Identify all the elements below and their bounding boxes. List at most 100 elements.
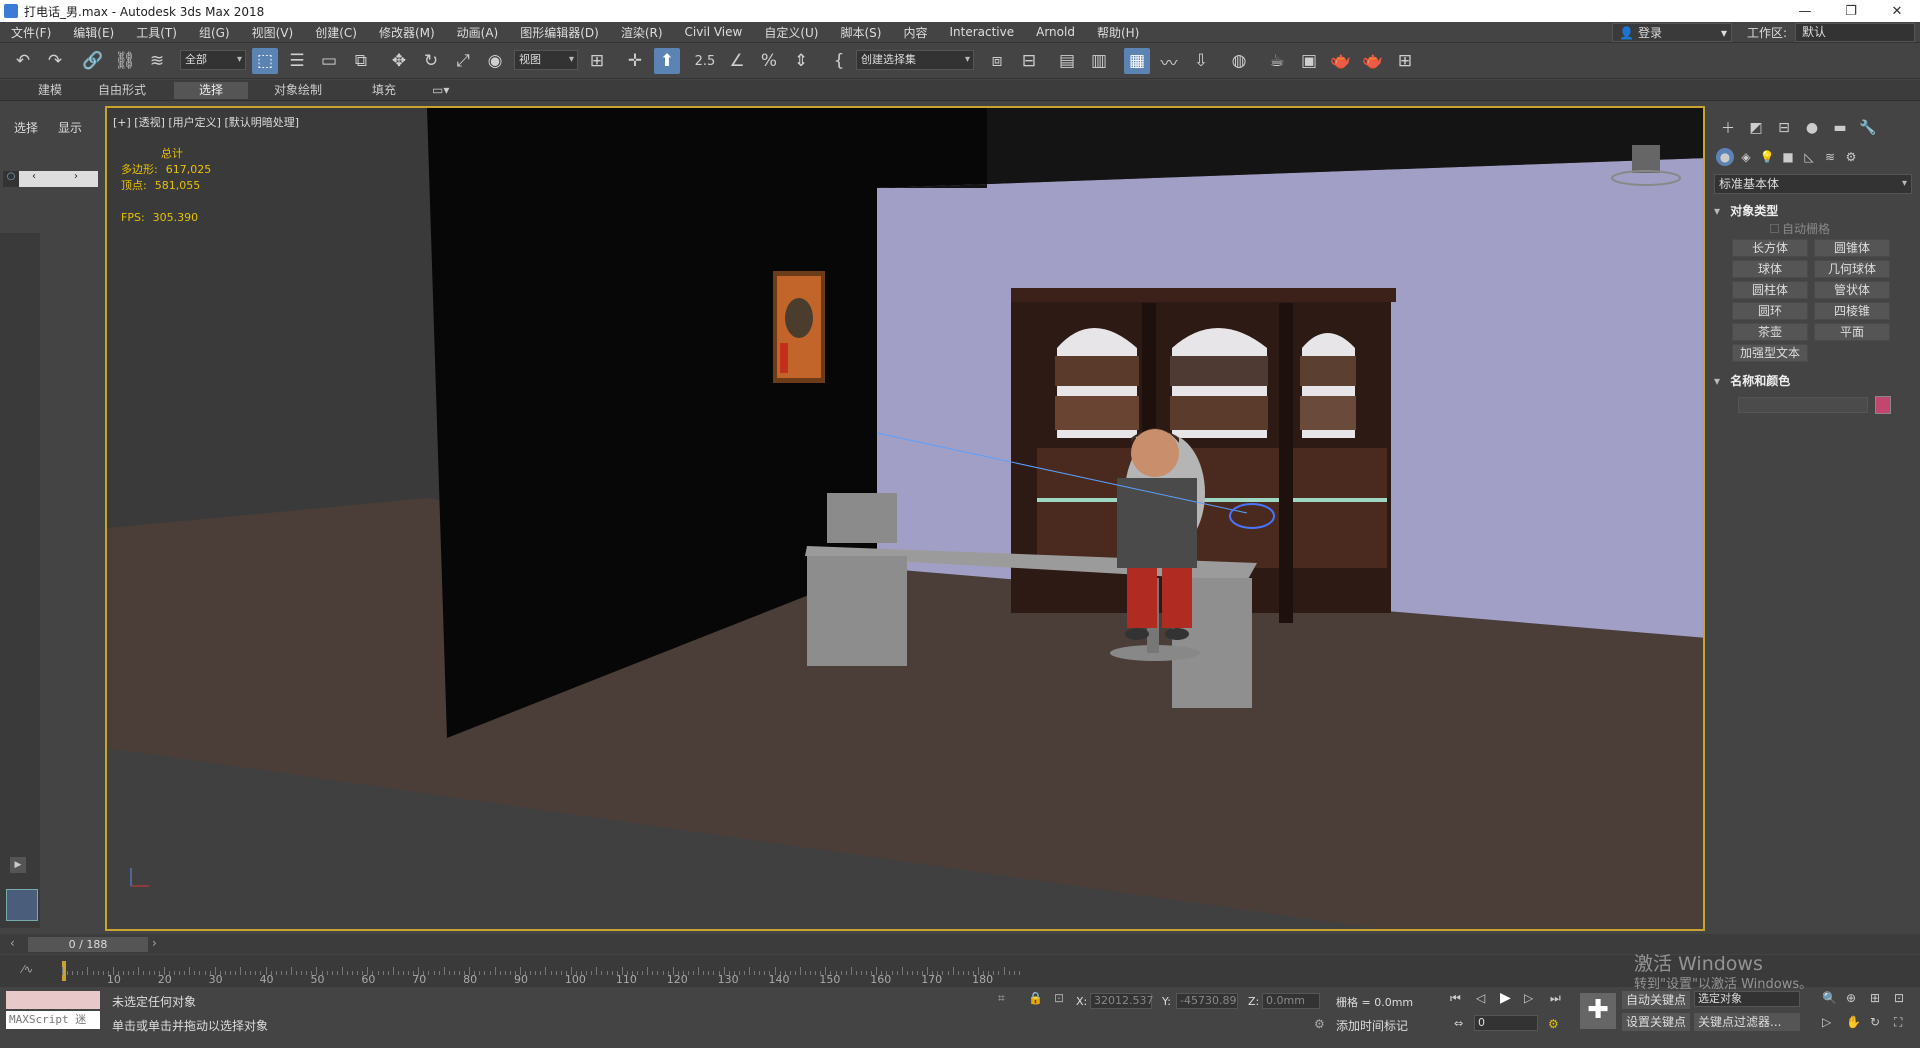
key-mode-icon[interactable]: ⇔ [1454, 1017, 1463, 1030]
curve-editor-icon[interactable]: 〰 [1156, 48, 1182, 74]
next-frame-icon[interactable]: ▷ [1524, 991, 1533, 1005]
render-iterative-icon[interactable]: 🫖 [1360, 48, 1386, 74]
create-tab-icon[interactable]: ＋ [1718, 118, 1738, 138]
reference-coordinate-dropdown[interactable]: 视图 [514, 50, 578, 70]
menu-graph-editors[interactable]: 图形编辑器(D) [509, 24, 610, 41]
select-by-name-icon[interactable]: ☰ [284, 48, 310, 74]
tab-object-paint[interactable]: 对象绘制 [262, 82, 334, 99]
absolute-mode-icon[interactable]: ⊡ [1054, 991, 1064, 1005]
box-button[interactable]: 长方体 [1732, 239, 1808, 257]
time-slider[interactable]: ‹ 0 / 188 › [0, 934, 1920, 954]
x-coordinate-field[interactable]: 32012.537 [1090, 993, 1154, 1009]
teapot-button[interactable]: 茶壶 [1732, 323, 1808, 341]
sphere-filter-icon[interactable]: ○ [3, 171, 19, 187]
pivot-center-icon[interactable]: ⊞ [584, 48, 610, 74]
field-of-view-icon[interactable]: ▷ [1822, 1015, 1831, 1029]
chevron-right-icon[interactable]: › [74, 171, 78, 182]
maxscript-mini-listener[interactable]: MAXScript 迷 [6, 1011, 100, 1029]
explorer-list-area[interactable] [0, 233, 40, 928]
auto-key-button[interactable]: 自动关键点 [1622, 991, 1691, 1009]
z-coordinate-field[interactable]: 0.0mm [1262, 993, 1320, 1009]
workspace-value[interactable]: 默认 [1795, 23, 1916, 42]
percent-snap-icon[interactable]: % [756, 48, 782, 74]
cone-button[interactable]: 圆锥体 [1814, 239, 1890, 257]
cylinder-button[interactable]: 圆柱体 [1732, 281, 1808, 299]
menu-file[interactable]: 文件(F) [0, 24, 62, 41]
placement-icon[interactable]: ◉ [482, 48, 508, 74]
tab-populate[interactable]: 填充 [360, 82, 408, 99]
sphere-button[interactable]: 球体 [1732, 260, 1808, 278]
set-key-button[interactable]: 设置关键点 [1622, 1013, 1691, 1031]
goto-start-icon[interactable]: ⏮ [1450, 991, 1461, 1006]
menu-civil-view[interactable]: Civil View [674, 25, 754, 39]
pyramid-button[interactable]: 四棱锥 [1814, 302, 1890, 320]
menu-scripting[interactable]: 脚本(S) [829, 24, 892, 41]
viewport-label[interactable]: [+] [透视] [用户定义] [默认明暗处理] [113, 114, 299, 130]
geosphere-button[interactable]: 几何球体 [1814, 260, 1890, 278]
selection-filter-dropdown[interactable]: 全部 [180, 50, 246, 70]
selected-object-dropdown[interactable]: 选定对象 [1694, 991, 1800, 1007]
tab-display[interactable]: 显示 [58, 119, 82, 136]
utilities-tab-icon[interactable]: 🔧 [1858, 118, 1878, 138]
tube-button[interactable]: 管状体 [1814, 281, 1890, 299]
systems-icon[interactable]: ⚙ [1842, 148, 1860, 166]
key-filters-button[interactable]: 关键点过滤器... [1694, 1013, 1800, 1031]
orbit-icon[interactable]: ↻ [1870, 1015, 1880, 1029]
name-color-rollout[interactable]: ▾ 名称和颜色 [1714, 372, 1912, 389]
menu-content[interactable]: 内容 [892, 24, 938, 41]
close-icon[interactable]: ✕ [1874, 0, 1920, 22]
link-icon[interactable]: 🔗 [80, 48, 106, 74]
zoom-extents-all-icon[interactable]: ⊡ [1894, 991, 1904, 1005]
modify-tab-icon[interactable]: ◩ [1746, 118, 1766, 138]
isolate-icon[interactable]: ⌗ [998, 991, 1005, 1006]
menu-create[interactable]: 创建(C) [304, 24, 368, 41]
tab-selection[interactable]: 选择 [174, 82, 248, 99]
rect-selection-icon[interactable]: ▭ [316, 48, 342, 74]
login-dropdown[interactable]: 👤 登录 ▾ [1612, 23, 1732, 42]
menu-arnold[interactable]: Arnold [1025, 25, 1086, 39]
explorer-nav-bar[interactable]: ○ ‹ › [3, 171, 98, 187]
minimize-icon[interactable]: — [1782, 0, 1828, 22]
layer-explorer-icon[interactable]: ▤ [1054, 48, 1080, 74]
geometry-icon[interactable]: ● [1716, 148, 1734, 166]
track-bar[interactable]: ⁄∿ 10 20 30 40 50 60 70 80 90 100 110 120 130 140 150 1… [0, 955, 1920, 987]
autogrid-checkbox[interactable]: 自动栅格 [1770, 220, 1830, 237]
shapes-icon[interactable]: ◈ [1737, 148, 1755, 166]
ribbon-options-icon[interactable]: ▭▾ [420, 82, 461, 99]
render-in-cloud-icon[interactable]: ⊞ [1392, 48, 1418, 74]
tab-select[interactable]: 选择 [14, 119, 38, 136]
snaps-toggle-icon[interactable]: 2.5 [692, 48, 718, 74]
unlink-icon[interactable]: ⛓ [112, 48, 138, 74]
toggle-ribbon-icon[interactable]: ▥ [1086, 48, 1112, 74]
previous-frame-icon[interactable]: ◁ [1476, 991, 1485, 1005]
named-selection-dropdown[interactable]: 创建选择集 [856, 50, 974, 70]
render-setup-icon[interactable]: ☕ [1264, 48, 1290, 74]
zoom-all-icon[interactable]: ⊕ [1846, 991, 1856, 1005]
align-icon[interactable]: ⊟ [1016, 48, 1042, 74]
motion-tab-icon[interactable]: ● [1802, 118, 1822, 138]
cameras-icon[interactable]: ■ [1779, 148, 1797, 166]
chevron-left-icon[interactable]: ‹ [10, 936, 15, 950]
material-editor-icon[interactable]: ◍ [1226, 48, 1252, 74]
redo-icon[interactable]: ↷ [42, 48, 68, 74]
render-production-icon[interactable]: 🫖 [1328, 48, 1354, 74]
keyboard-shortcut-override-icon[interactable]: ⬆ [654, 48, 680, 74]
add-time-tag[interactable]: 添加时间标记 [1336, 1017, 1408, 1034]
text-plus-button[interactable]: 加强型文本 [1732, 344, 1808, 362]
curve-editor-mini-icon[interactable]: ⁄∿ [22, 963, 33, 976]
menu-group[interactable]: 组(G) [188, 24, 241, 41]
menu-views[interactable]: 视图(V) [241, 24, 305, 41]
object-type-rollout[interactable]: ▾ 对象类型 [1714, 202, 1912, 219]
set-key-big-icon[interactable]: ✚ [1580, 993, 1616, 1029]
select-object-icon[interactable]: ⬚ [252, 48, 278, 74]
bind-space-warp-icon[interactable]: ≋ [144, 48, 170, 74]
object-category-dropdown[interactable]: 标准基本体 [1714, 174, 1912, 194]
play-icon[interactable]: ▶ [1500, 990, 1511, 1006]
goto-end-icon[interactable]: ⏭ [1550, 991, 1561, 1006]
pan-icon[interactable]: ✋ [1846, 1015, 1861, 1029]
scale-icon[interactable]: ⤢ [450, 48, 476, 74]
perspective-viewport[interactable]: [+] [透视] [用户定义] [默认明暗处理] 总计 多边形: 617,025 … [105, 106, 1705, 931]
menu-animation[interactable]: 动画(A) [446, 24, 510, 41]
lock-icon[interactable]: 🔒 [1028, 991, 1043, 1005]
hierarchy-tab-icon[interactable]: ⊟ [1774, 118, 1794, 138]
